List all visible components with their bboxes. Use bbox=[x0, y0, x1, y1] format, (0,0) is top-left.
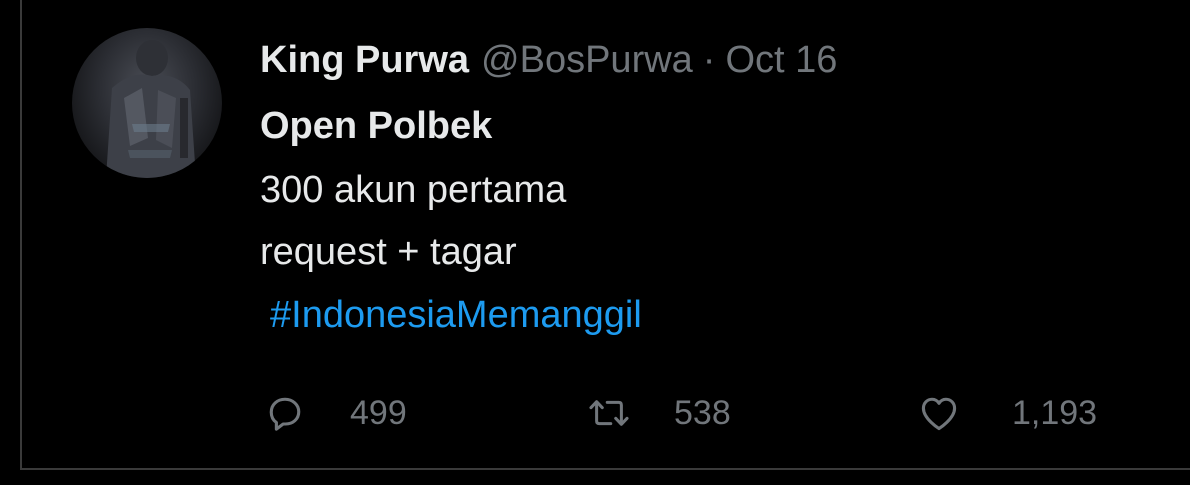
author-handle[interactable]: @BosPurwa bbox=[481, 36, 693, 84]
author-display-name[interactable]: King Purwa bbox=[260, 36, 469, 84]
tweet-text-line-1: Open Polbek bbox=[260, 105, 493, 147]
tweet-card: King Purwa @BosPurwa · Oct 16 Open Polbe… bbox=[0, 0, 1190, 485]
like-button[interactable]: 1,193 bbox=[916, 386, 1097, 440]
tweet-header: King Purwa @BosPurwa · Oct 16 bbox=[260, 36, 837, 84]
like-count: 1,193 bbox=[1012, 393, 1098, 432]
retweet-count: 538 bbox=[674, 393, 731, 432]
frame-bottom-border bbox=[20, 468, 1190, 470]
retweet-icon bbox=[586, 390, 632, 436]
heart-icon bbox=[916, 390, 962, 436]
header-separator: · bbox=[702, 39, 716, 81]
tweet-text-line-2: 300 akun pertama bbox=[260, 169, 567, 211]
reply-icon bbox=[262, 390, 308, 436]
tweet-date[interactable]: Oct 16 bbox=[725, 36, 837, 84]
avatar[interactable] bbox=[72, 28, 222, 178]
reply-count: 499 bbox=[350, 393, 407, 432]
hashtag-link[interactable]: #IndonesiaMemanggil bbox=[270, 291, 642, 339]
frame-left-border bbox=[20, 0, 22, 470]
reply-button[interactable]: 499 bbox=[262, 386, 407, 440]
retweet-button[interactable]: 538 bbox=[586, 386, 731, 440]
avatar-photo-icon bbox=[106, 40, 196, 178]
tweet-text-line-3: request + tagar bbox=[260, 231, 517, 273]
